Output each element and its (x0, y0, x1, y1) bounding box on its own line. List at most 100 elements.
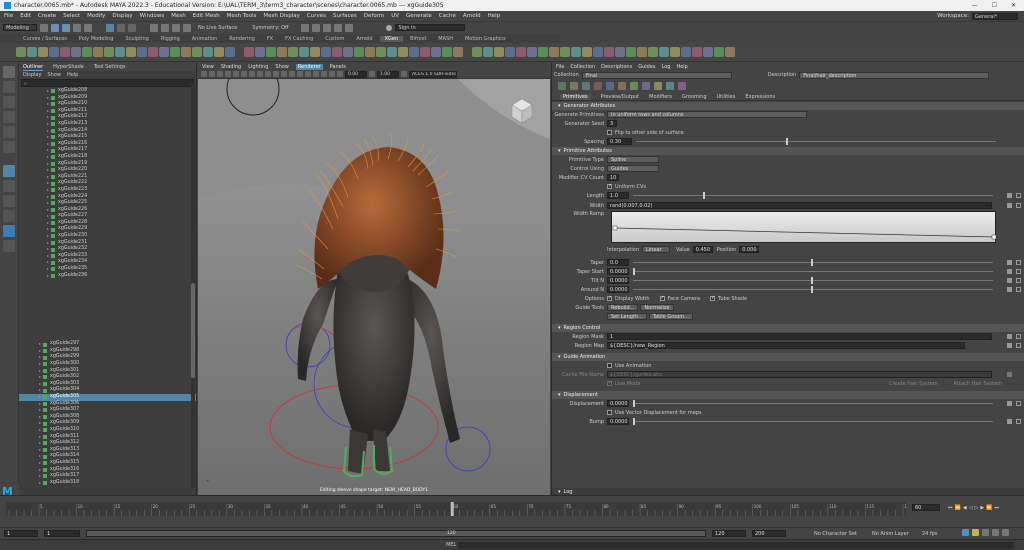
outliner-row[interactable]: ▸ xgGuide232 (19, 246, 196, 253)
outliner-row[interactable]: ▸ xgGuide318 (19, 480, 196, 487)
flip-guides-icon[interactable] (630, 82, 638, 90)
image-plane-icon[interactable] (217, 71, 223, 77)
lights-icon[interactable] (273, 71, 279, 77)
xgen-editor-icon[interactable] (16, 47, 26, 57)
single-perspective-icon[interactable] (3, 165, 15, 177)
outliner-row[interactable]: ▸ xgGuide234 (19, 259, 196, 266)
spacing-field[interactable]: 0.30 (607, 138, 632, 145)
region-mask-field[interactable]: 1 (607, 333, 992, 340)
place-brush-58-icon[interactable] (670, 47, 680, 57)
move-tool-icon[interactable] (3, 111, 15, 123)
relax-brush-icon[interactable] (387, 47, 397, 57)
shelf-tab-sculpting[interactable]: Sculpting (120, 36, 153, 42)
outliner-row[interactable]: ▸ xgGuide317 (19, 473, 196, 480)
play-back-icon[interactable]: ◁ (969, 505, 973, 511)
bump-slider[interactable] (633, 418, 993, 425)
comb-brush-icon[interactable] (214, 47, 224, 57)
maximize-icon[interactable]: ☐ (992, 2, 997, 9)
xgen-help-icon[interactable] (483, 47, 493, 57)
playback-start-field[interactable]: 1 (44, 530, 80, 537)
displacement-slider[interactable] (633, 400, 993, 407)
export-collection-46-icon[interactable] (538, 47, 548, 57)
xgen-tab-utilities[interactable]: Utilities (717, 94, 736, 100)
create-description-icon[interactable] (27, 47, 37, 57)
primitive-type-dropdown[interactable]: Spline (607, 156, 659, 163)
outliner-row[interactable]: ▸ xgGuide209 (19, 95, 196, 102)
density-brush-icon[interactable] (170, 47, 180, 57)
guide-sculpt-49-icon[interactable] (571, 47, 581, 57)
grab-brush-62-icon[interactable] (714, 47, 724, 57)
tab-outliner[interactable]: Outliner (23, 64, 44, 71)
step-back-key-icon[interactable]: ⏪ (955, 505, 961, 511)
region-map-folder-icon[interactable] (1007, 343, 1012, 348)
undo-icon[interactable] (73, 23, 81, 32)
grab-brush-icon[interactable] (225, 47, 235, 57)
outliner-row[interactable]: ▸ xgGuide227 (19, 213, 196, 220)
import-collection-icon[interactable] (38, 47, 48, 57)
outliner-row[interactable]: ▸ xgGuide231 (19, 240, 196, 247)
select-guides-48-icon[interactable] (560, 47, 570, 57)
face-camera-checkbox[interactable] (659, 295, 665, 301)
gamma-toggle-icon[interactable] (369, 71, 375, 77)
section-generator[interactable]: Generator Attributes (552, 102, 1024, 110)
tilt-slider[interactable] (633, 277, 993, 284)
menu-arnold[interactable]: Arnold (463, 13, 481, 19)
snap-point-icon[interactable] (172, 23, 180, 32)
command-input[interactable] (458, 542, 1014, 549)
outliner-row[interactable]: ▸ xgGuide219 (19, 161, 196, 168)
xray-icon[interactable] (313, 71, 319, 77)
step-back-frame-icon[interactable]: ◀ (963, 505, 967, 511)
around-field[interactable]: 0.0000 (607, 286, 629, 293)
outliner-row[interactable]: ▸ xgGuide220 (19, 167, 196, 174)
ramp-value-field[interactable]: 0.450 (692, 246, 713, 253)
rebuild-button[interactable]: Rebuild... (607, 304, 639, 311)
scrollbar-thumb[interactable] (191, 283, 195, 378)
outliner-row[interactable]: ▸ xgGuide228 (19, 220, 196, 227)
outliner-row[interactable]: ▸ xgGuide222 (19, 180, 196, 187)
freeze-brush-icon[interactable] (288, 47, 298, 57)
display-width-checkbox[interactable] (607, 295, 612, 301)
ipr-render-icon[interactable] (312, 23, 321, 32)
current-frame-field[interactable]: 60 (912, 504, 940, 511)
menu-select[interactable]: Select (63, 13, 80, 19)
outliner-row[interactable]: ▸ xgGuide226 (19, 207, 196, 214)
outliner-row[interactable]: ▸ xgGuide215 (19, 134, 196, 141)
push-brush-icon[interactable] (376, 47, 386, 57)
density-brush-57-icon[interactable] (659, 47, 669, 57)
orient-brush-icon[interactable] (354, 47, 364, 57)
outliner-row[interactable]: ▸ xgGuide217 (19, 147, 196, 154)
redo-icon[interactable] (84, 23, 92, 32)
outliner-row[interactable]: ▸ xgGuide297 (19, 341, 196, 348)
shelf-tab-xgen[interactable]: XGen (379, 35, 404, 42)
sign-in-area[interactable]: Sign In (386, 24, 466, 31)
workspace-dropdown[interactable]: General* (972, 12, 1018, 20)
taper-start-expand-icon[interactable] (1016, 269, 1021, 274)
width-ramp-graph[interactable] (611, 211, 997, 243)
four-view-icon[interactable] (3, 180, 15, 192)
grid-icon[interactable] (225, 71, 231, 77)
ramp-position-field[interactable]: 0.000 (739, 246, 760, 253)
collection-dropdown[interactable]: Final (581, 71, 732, 79)
vector-disp-checkbox[interactable] (607, 410, 612, 415)
xgen-menu-file[interactable]: File (556, 64, 564, 70)
outliner-row[interactable]: ▸ xgGuide307 (19, 407, 196, 414)
menu-cache[interactable]: Cache (439, 13, 456, 19)
taper-expand-icon[interactable] (1016, 260, 1021, 265)
around-expression-icon[interactable] (1007, 287, 1012, 292)
normalize-button[interactable]: Normalize (640, 304, 674, 311)
exposure-icon[interactable] (337, 71, 343, 77)
spray-brush-icon[interactable] (310, 47, 320, 57)
cache-folder-icon[interactable] (1007, 372, 1012, 377)
loop-icon[interactable] (962, 529, 969, 536)
displacement-field[interactable]: 0.0000 (607, 400, 629, 407)
flip-to-left-icon[interactable] (104, 47, 114, 57)
around-slider[interactable] (633, 286, 993, 293)
step-forward-frame-icon[interactable]: ▶ (980, 505, 984, 511)
search-layout-icon[interactable] (3, 240, 15, 252)
save-scene-icon[interactable] (62, 23, 70, 32)
section-displacement[interactable]: Displacement (552, 391, 1024, 399)
tilt-field[interactable]: 0.0000 (607, 277, 629, 284)
length-field[interactable]: 1.0 (607, 192, 629, 199)
3d-scene[interactable]: ↗ • Editing sleeve shape target: NEW_HEA… (198, 63, 550, 495)
width-expression-icon[interactable] (1007, 203, 1012, 208)
